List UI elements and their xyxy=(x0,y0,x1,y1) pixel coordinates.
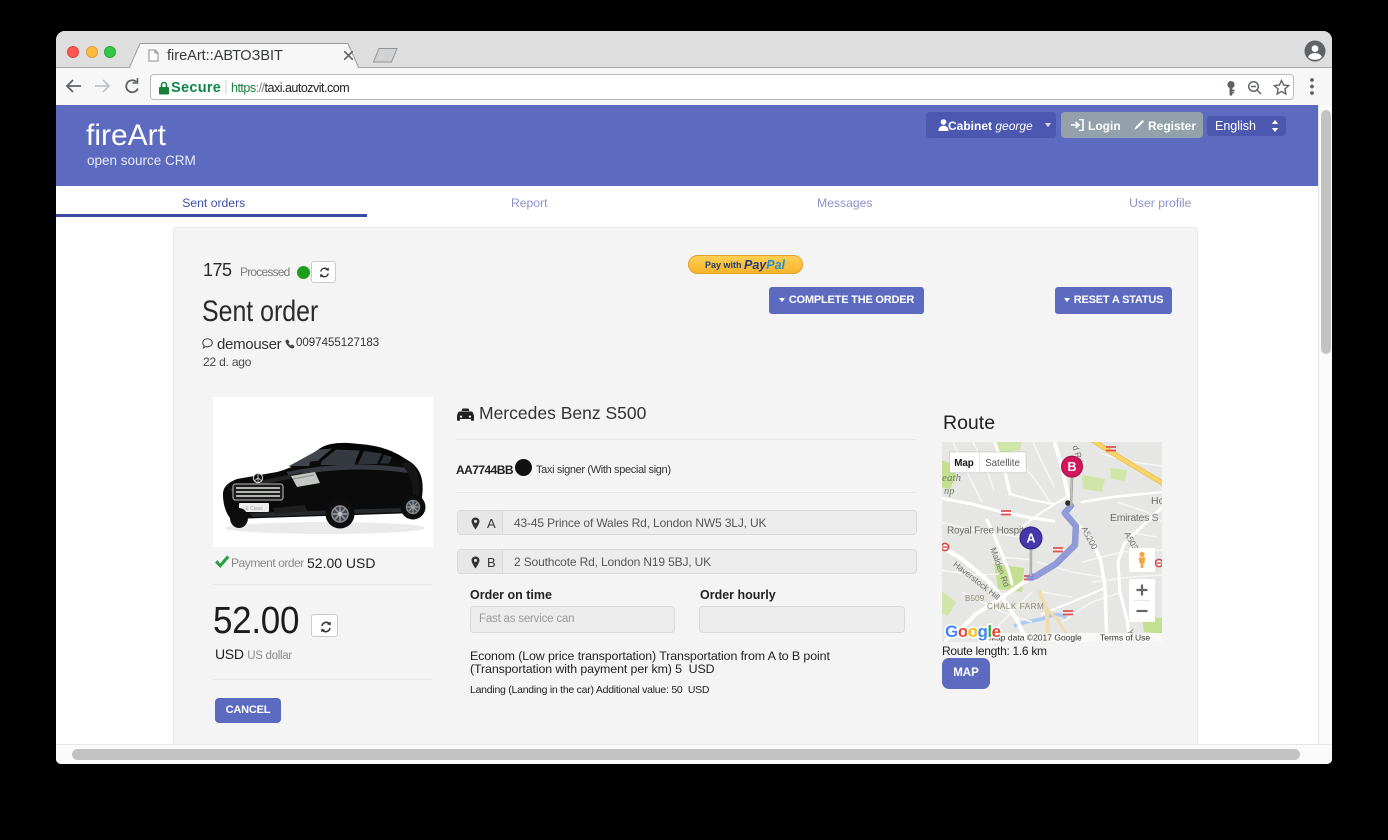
svg-text:A: A xyxy=(1026,532,1035,546)
svg-text:Satellite: Satellite xyxy=(985,458,1020,469)
svg-text:Map: Map xyxy=(954,458,974,469)
svg-text:Ho: Ho xyxy=(1151,495,1162,507)
svg-text:Terms of Use: Terms of Use xyxy=(1100,633,1150,643)
svg-text:Emirates S: Emirates S xyxy=(1110,512,1159,524)
svg-text:Map data ©2017 Google: Map data ©2017 Google xyxy=(989,633,1082,643)
svg-text:E Class: E Class xyxy=(245,506,263,512)
svg-text:leath: leath xyxy=(942,472,961,484)
svg-text:Google: Google xyxy=(945,622,1001,641)
svg-text:B: B xyxy=(1067,460,1076,474)
svg-text:Royal Free Hospital: Royal Free Hospital xyxy=(947,526,1031,537)
svg-text:CHALK FARM: CHALK FARM xyxy=(987,602,1044,611)
svg-text:B509: B509 xyxy=(965,594,985,603)
svg-text:np: np xyxy=(944,486,955,497)
